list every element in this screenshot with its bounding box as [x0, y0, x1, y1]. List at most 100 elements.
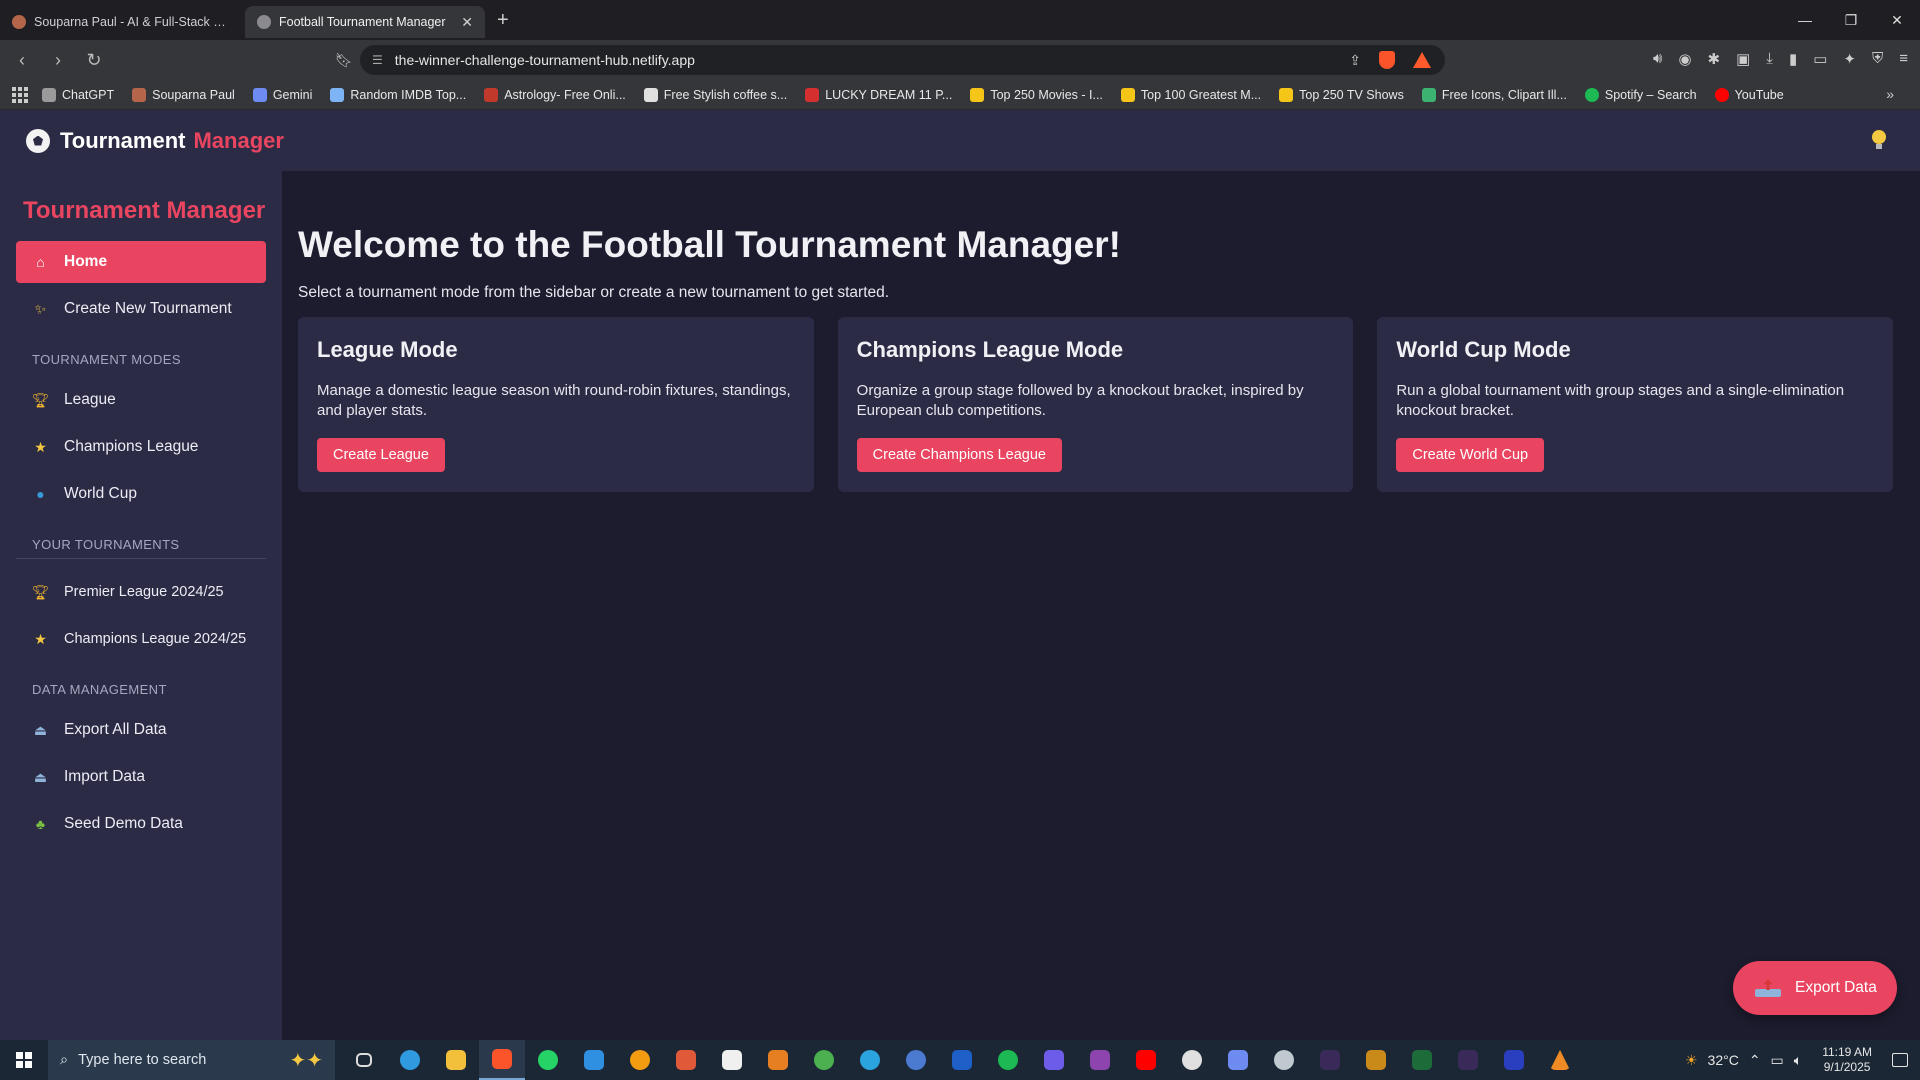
extension-eye-icon[interactable]: ◉: [1678, 50, 1691, 68]
app-icon[interactable]: [1077, 1040, 1123, 1080]
sidebar-item-label: Import Data: [64, 768, 145, 785]
leo-ai-icon[interactable]: ✦: [1843, 50, 1856, 68]
menu-icon[interactable]: ≡: [1899, 50, 1908, 68]
wallet-icon[interactable]: ▭: [1813, 50, 1827, 68]
bookmark-youtube[interactable]: YouTube: [1714, 87, 1784, 102]
close-tab-icon[interactable]: ✕: [461, 14, 473, 31]
bookmark-top-100[interactable]: Top 100 Greatest M...: [1120, 87, 1261, 102]
volume-icon[interactable]: 🔈︎: [1794, 1052, 1802, 1069]
vpn-icon[interactable]: ⛨: [1872, 50, 1883, 68]
weather-icon[interactable]: ☀: [1685, 1052, 1698, 1069]
sidebar-item-premier-league[interactable]: 🏆︎ Premier League 2024/25: [16, 571, 266, 613]
sidebar-item-seed-demo-data[interactable]: ♣ Seed Demo Data: [16, 803, 266, 845]
sidebar-item-champions-league-2024[interactable]: ★ Champions League 2024/25: [16, 618, 266, 660]
bookmark-spotify[interactable]: Spotify – Search: [1584, 87, 1697, 102]
apps-grid-icon[interactable]: [12, 86, 28, 103]
telegram-icon[interactable]: [847, 1040, 893, 1080]
sidebar-item-champions-league[interactable]: ★ Champions League: [16, 426, 266, 468]
bookmark-souparna[interactable]: Souparna Paul: [132, 87, 235, 102]
chevron-up-icon[interactable]: ⌃: [1749, 1052, 1761, 1069]
spotify-icon[interactable]: [985, 1040, 1031, 1080]
more-bookmarks-icon[interactable]: »: [1886, 86, 1894, 102]
extensions-icon[interactable]: ✱: [1708, 50, 1721, 68]
sidebar-item-import-data[interactable]: ⏏ Import Data: [16, 756, 266, 798]
logo-text[interactable]: Tournament: [60, 128, 185, 154]
capcut-icon[interactable]: [709, 1040, 755, 1080]
forward-button[interactable]: ›: [44, 46, 72, 74]
app-icon[interactable]: [1307, 1040, 1353, 1080]
bookmark-free-icons[interactable]: Free Icons, Clipart Ill...: [1421, 87, 1567, 102]
app-icon[interactable]: [663, 1040, 709, 1080]
notification-icon[interactable]: [1892, 1053, 1908, 1067]
brave-rewards-icon[interactable]: [1413, 52, 1431, 68]
bookmark-label: Top 250 Movies - I...: [990, 87, 1103, 102]
app-icon[interactable]: [1261, 1040, 1307, 1080]
bookmark-lucky-dream[interactable]: LUCKY DREAM 11 P...: [805, 87, 952, 102]
bookmark-imdb-random[interactable]: Random IMDB Top...: [330, 87, 466, 102]
bookmark-chatgpt[interactable]: ChatGPT: [42, 87, 114, 102]
brave-browser-icon[interactable]: [479, 1040, 525, 1080]
app-icon[interactable]: [1399, 1040, 1445, 1080]
reload-button[interactable]: ↻: [80, 46, 108, 74]
network-icon[interactable]: ▭: [1771, 1052, 1784, 1069]
minimize-button[interactable]: —: [1782, 0, 1828, 40]
app-icon[interactable]: [939, 1040, 985, 1080]
fl-studio-icon[interactable]: [755, 1040, 801, 1080]
site-info-icon[interactable]: ☰: [372, 53, 383, 67]
brave-shields-icon[interactable]: [1379, 51, 1395, 69]
download-icon[interactable]: ⤓: [1766, 50, 1773, 68]
back-button[interactable]: ‹: [8, 46, 36, 74]
chatgpt-icon[interactable]: [1169, 1040, 1215, 1080]
address-toolbar: ‹ › ↻ 🔖︎ ☰ the-winner-challenge-tourname…: [0, 40, 1920, 80]
bookmark-gemini[interactable]: Gemini: [252, 87, 312, 102]
close-window-button[interactable]: ✕: [1874, 0, 1920, 40]
gemini-icon[interactable]: [1215, 1040, 1261, 1080]
bookmark-top-250-tv[interactable]: Top 250 TV Shows: [1279, 87, 1404, 102]
bookmark-top-250-movies[interactable]: Top 250 Movies - I...: [970, 87, 1103, 102]
bookmark-astrology[interactable]: Astrology- Free Onli...: [484, 87, 626, 102]
speaker-icon[interactable]: 🔊︎: [1653, 50, 1662, 68]
app-icon[interactable]: [1445, 1040, 1491, 1080]
sidebar-item-league[interactable]: 🏆︎ League: [16, 379, 266, 421]
temperature[interactable]: 32°C: [1708, 1052, 1739, 1068]
create-league-button[interactable]: Create League: [317, 438, 445, 472]
theme-toggle-lightbulb-icon[interactable]: [1872, 130, 1886, 150]
clock[interactable]: 11:19 AM 9/1/2025: [1822, 1045, 1872, 1075]
whatsapp-icon[interactable]: [525, 1040, 571, 1080]
bookmark-favicon: [970, 87, 985, 102]
export-data-fab[interactable]: Export Data: [1733, 961, 1897, 1015]
vscode-icon[interactable]: [571, 1040, 617, 1080]
edge-icon[interactable]: [387, 1040, 433, 1080]
url-bar[interactable]: ☰ the-winner-challenge-tournament-hub.ne…: [360, 45, 1445, 75]
sidebar-item-home[interactable]: ⌂ Home: [16, 241, 266, 283]
vlc-icon[interactable]: [1537, 1040, 1583, 1080]
clock-time: 11:19 AM: [1822, 1045, 1872, 1059]
qbittorrent-icon[interactable]: [893, 1040, 939, 1080]
bookmark-icon[interactable]: 🔖︎: [335, 52, 353, 69]
task-view-icon[interactable]: [341, 1040, 387, 1080]
chrome-icon[interactable]: [801, 1040, 847, 1080]
logo-accent[interactable]: Manager: [193, 128, 283, 154]
sidebar-item-world-cup[interactable]: ● World Cup: [16, 473, 266, 515]
restore-button[interactable]: ❐: [1828, 0, 1874, 40]
app-icon[interactable]: [1491, 1040, 1537, 1080]
search-tool-icon[interactable]: [617, 1040, 663, 1080]
app-icon[interactable]: [1031, 1040, 1077, 1080]
bookmark-coffee[interactable]: Free Stylish coffee s...: [643, 87, 787, 102]
share-icon[interactable]: ⇪: [1349, 52, 1361, 69]
new-tab-button[interactable]: +: [497, 9, 509, 32]
sidebar-item-label: League: [64, 391, 116, 408]
reader-icon[interactable]: ▣: [1736, 50, 1750, 68]
tab-souparna[interactable]: Souparna Paul - AI & Full-Stack Deve: [0, 6, 245, 38]
taskbar-search[interactable]: ⌕ Type here to search ✦✦: [48, 1040, 335, 1080]
create-champions-league-button[interactable]: Create Champions League: [856, 438, 1062, 472]
file-explorer-icon[interactable]: [433, 1040, 479, 1080]
app-icon[interactable]: [1353, 1040, 1399, 1080]
create-world-cup-button[interactable]: Create World Cup: [1396, 438, 1545, 472]
sidebar-toggle-icon[interactable]: ▮: [1789, 50, 1797, 68]
tab-tournament-manager[interactable]: Football Tournament Manager ✕: [245, 6, 485, 38]
youtube-icon[interactable]: [1123, 1040, 1169, 1080]
sidebar-item-export-all-data[interactable]: ⏏ Export All Data: [16, 709, 266, 751]
start-button[interactable]: [0, 1040, 48, 1080]
sidebar-item-create-new-tournament[interactable]: ✨︎ Create New Tournament: [16, 288, 266, 330]
